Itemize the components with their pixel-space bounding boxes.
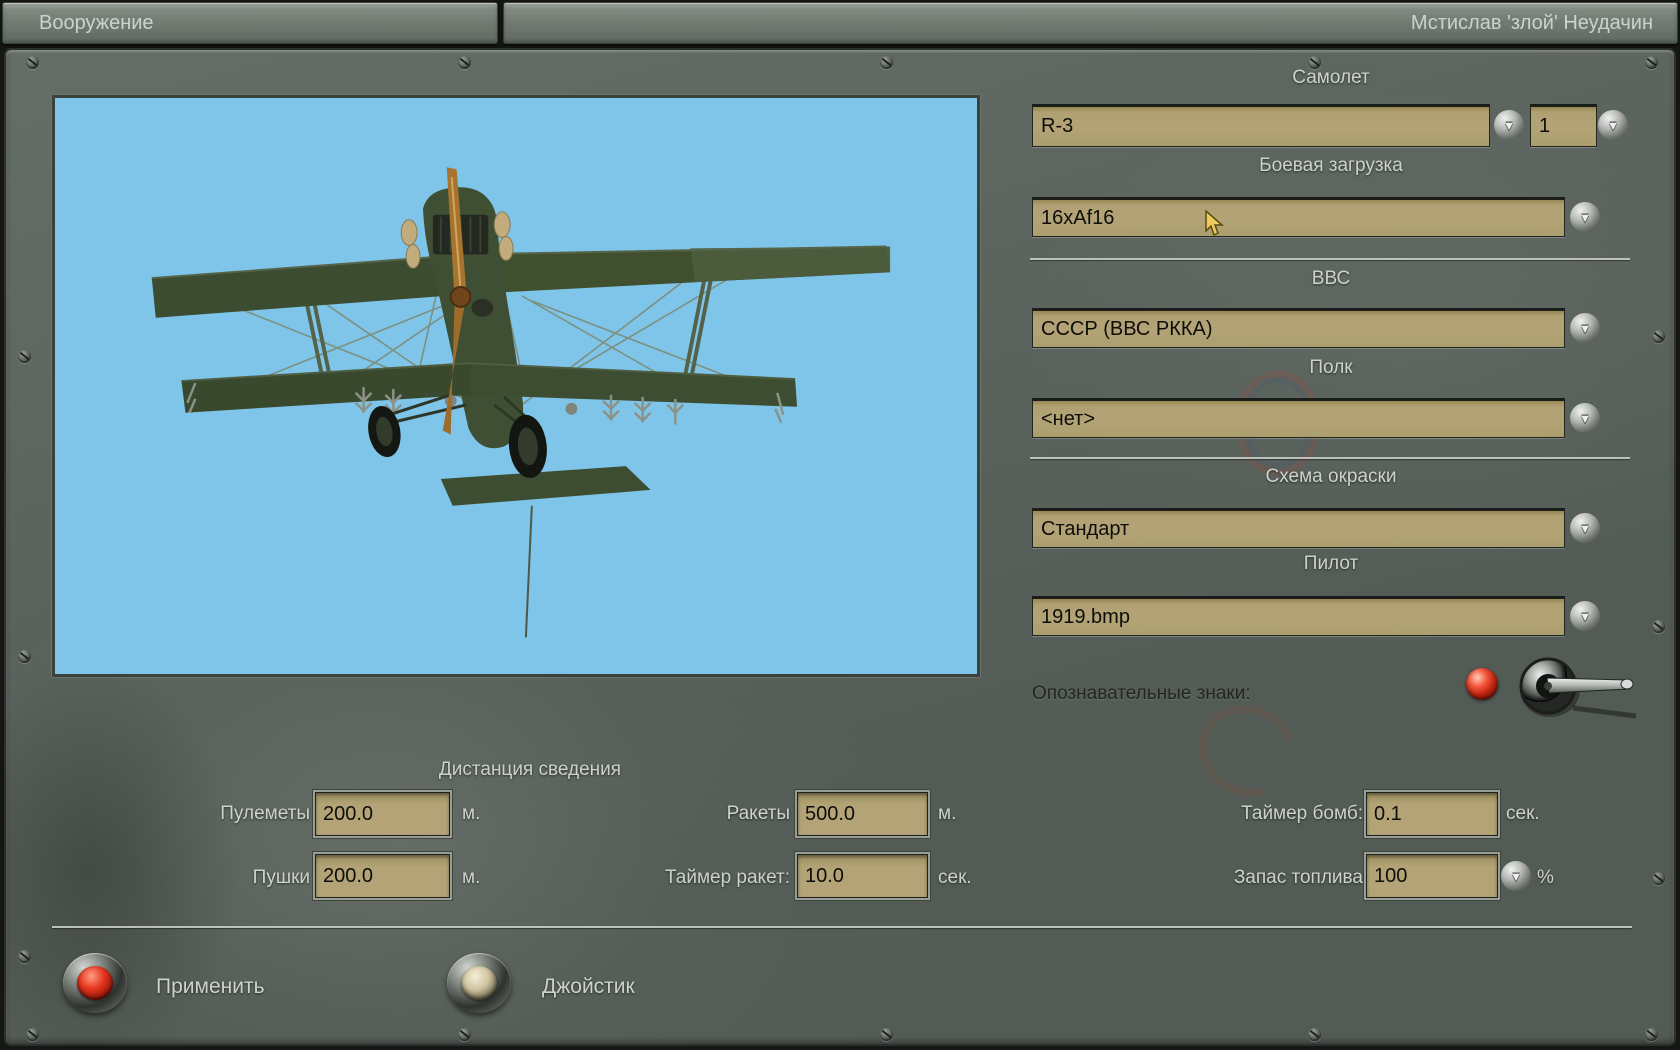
bomb-timer-label: Таймер бомб: [1241, 803, 1363, 824]
chevron-down-icon: ▼ [1578, 520, 1592, 536]
cannons-label: Пушки [252, 867, 310, 888]
pilot-value: 1919.bmp [1041, 605, 1130, 628]
machineguns-unit: м. [462, 803, 481, 824]
chevron-down-icon: ▼ [1578, 209, 1592, 225]
red-button-icon [77, 966, 113, 1000]
pilot-dropdown-button[interactable]: ▼ [1570, 601, 1600, 631]
joystick-button[interactable] [447, 953, 511, 1013]
fuel-input[interactable] [1366, 854, 1498, 898]
chevron-down-icon: ▼ [1578, 608, 1592, 624]
aircraft-label: Самолет [1292, 67, 1370, 88]
aircraft-render [151, 167, 891, 638]
apply-button[interactable] [63, 953, 127, 1013]
aircraft-count-select[interactable]: 1 [1530, 104, 1597, 147]
fuel-unit: % [1537, 867, 1554, 888]
screw-icon [458, 1028, 471, 1041]
cannons-input[interactable] [315, 854, 450, 898]
paint-scheme-value: Стандарт [1041, 517, 1130, 540]
screw-icon [18, 950, 31, 963]
chevron-down-icon: ▼ [1502, 117, 1516, 133]
divider [1030, 457, 1630, 459]
joystick-button-label[interactable]: Джойстик [542, 974, 635, 1000]
aircraft-select[interactable]: R-3 [1032, 104, 1490, 147]
screw-icon [880, 1028, 893, 1041]
fuel-label: Запас топлива [1233, 867, 1363, 888]
chevron-down-icon: ▼ [1578, 320, 1592, 336]
rockets-unit: м. [938, 803, 957, 824]
cannons-unit: м. [462, 867, 481, 888]
divider [52, 926, 1632, 928]
screw-icon [458, 56, 471, 69]
chevron-down-icon: ▼ [1509, 868, 1523, 884]
bomb-timer-input[interactable] [1366, 792, 1498, 836]
loadout-select[interactable]: 16xAf16 [1032, 197, 1565, 237]
regiment-dropdown-button[interactable]: ▼ [1570, 403, 1600, 433]
aircraft-preview [52, 95, 980, 677]
screw-icon [1645, 1028, 1658, 1041]
pilot-label: Пилот [1303, 553, 1359, 574]
screw-icon [18, 650, 31, 663]
tan-button-icon [461, 966, 497, 1000]
mouse-cursor-icon [1205, 210, 1224, 237]
regiment-value: <нет> [1041, 407, 1096, 430]
loadout-dropdown-button[interactable]: ▼ [1570, 202, 1600, 232]
screw-icon [18, 350, 31, 363]
loadout-value: 16xAf16 [1041, 206, 1115, 229]
screw-icon [1652, 620, 1665, 633]
screw-icon [26, 56, 39, 69]
paint-scheme-dropdown-button[interactable]: ▼ [1570, 513, 1600, 543]
convergence-title: Дистанция сведения [438, 759, 622, 780]
markings-toggle-switch[interactable] [1503, 648, 1638, 726]
aircraft-dropdown-button[interactable]: ▼ [1494, 110, 1524, 140]
tab-player-name[interactable]: Мстислав 'злой' Неудачин [503, 2, 1678, 44]
regiment-label: Полк [1309, 357, 1353, 378]
markings-label: Опознавательные знаки: [1032, 683, 1251, 704]
tab-armament[interactable]: Вооружение [2, 2, 498, 44]
aircraft-count-value: 1 [1539, 115, 1551, 137]
machineguns-label: Пулеметы [220, 803, 310, 824]
paint-scheme-label: Схема окраски [1265, 466, 1397, 487]
rockets-label: Ракеты [726, 803, 790, 824]
airforce-dropdown-button[interactable]: ▼ [1570, 313, 1600, 343]
airforce-select[interactable]: СССР (ВВС РККА) [1032, 308, 1565, 348]
screw-icon [880, 56, 893, 69]
aircraft-count-dropdown-button[interactable]: ▼ [1598, 110, 1628, 140]
airforce-label: ВВС [1311, 268, 1351, 289]
rocket-timer-input[interactable] [797, 854, 928, 898]
regiment-select[interactable]: <нет> [1032, 398, 1565, 438]
screw-icon [1652, 872, 1665, 885]
rocket-timer-label: Таймер ракет: [665, 867, 790, 888]
screw-icon [1308, 1028, 1321, 1041]
fuel-dropdown-button[interactable]: ▼ [1501, 861, 1531, 891]
bomb-timer-unit: сек. [1506, 803, 1540, 824]
led-light-icon [1466, 668, 1498, 700]
divider [1030, 258, 1630, 260]
apply-button-label[interactable]: Применить [156, 974, 265, 1000]
screw-icon [26, 1028, 39, 1041]
screw-icon [1652, 330, 1665, 343]
chevron-down-icon: ▼ [1606, 117, 1620, 133]
machineguns-input[interactable] [315, 792, 450, 836]
chevron-down-icon: ▼ [1578, 410, 1592, 426]
pilot-select[interactable]: 1919.bmp [1032, 596, 1565, 636]
screw-icon [1645, 56, 1658, 69]
rockets-input[interactable] [797, 792, 928, 836]
armament-screen: Вооружение Мстислав 'злой' Неудачин Само… [0, 0, 1680, 1050]
paint-scheme-select[interactable]: Стандарт [1032, 508, 1565, 548]
loadout-label: Боевая загрузка [1259, 155, 1403, 176]
airforce-value: СССР (ВВС РККА) [1041, 317, 1213, 340]
rocket-timer-unit: сек. [938, 867, 972, 888]
aircraft-value: R-3 [1041, 115, 1074, 137]
